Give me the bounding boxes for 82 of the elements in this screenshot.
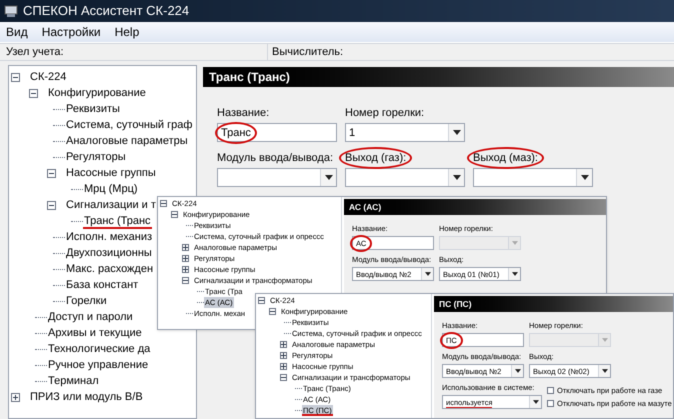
- tree-item[interactable]: Терминал: [47, 373, 100, 389]
- dropdown-field[interactable]: [217, 168, 337, 187]
- tree-item[interactable]: Насосные группы: [65, 165, 157, 181]
- tree-item[interactable]: ПРИЗ или модуль В/В: [29, 389, 144, 405]
- dropdown-button[interactable]: [421, 268, 433, 280]
- tree-toggle[interactable]: [280, 341, 287, 348]
- dropdown-field[interactable]: [473, 168, 593, 187]
- tree-item[interactable]: База констант: [65, 277, 140, 293]
- app-icon: [4, 4, 18, 18]
- tree-item[interactable]: Мрц (Мрц): [83, 181, 139, 197]
- tree-item[interactable]: Горелки: [65, 293, 108, 309]
- caret-icon: [580, 175, 588, 180]
- dropdown-button[interactable]: [576, 169, 592, 186]
- dropdown-button[interactable]: [320, 169, 336, 186]
- tree-item[interactable]: Ручное управление: [47, 357, 150, 373]
- dropdown-field[interactable]: [345, 168, 465, 187]
- caret-icon: [514, 369, 520, 373]
- tree-toggle[interactable]: [280, 352, 287, 359]
- caret-icon: [324, 175, 332, 180]
- caret-icon: [452, 175, 460, 180]
- caret-icon: [452, 130, 460, 135]
- tree-toggle[interactable]: [182, 266, 189, 273]
- dropdown-button[interactable]: [511, 365, 523, 377]
- caret-icon: [512, 272, 518, 276]
- text-field[interactable]: Транс: [217, 123, 337, 142]
- tree-toggle[interactable]: [280, 374, 287, 381]
- caret-icon: [532, 400, 538, 404]
- dropdown-button[interactable]: [598, 365, 610, 377]
- tree-toggle[interactable]: [182, 255, 189, 262]
- tree-item[interactable]: Доступ и пароли: [47, 309, 134, 325]
- tree-toggle[interactable]: [258, 297, 265, 304]
- checkbox[interactable]: [547, 400, 554, 407]
- tree-item[interactable]: Двухпозиционны: [65, 245, 153, 261]
- node-label: Узел учета:: [0, 44, 268, 60]
- menu-item[interactable]: Help: [114, 23, 140, 41]
- tree-item[interactable]: Архивы и текущие: [47, 325, 143, 341]
- field-value: Транс: [221, 126, 251, 140]
- menu-item[interactable]: Вид: [6, 23, 28, 41]
- field-label: Выход (маз):: [473, 151, 538, 166]
- field-label: Номер горелки:: [345, 106, 424, 121]
- caret-icon: [424, 272, 430, 276]
- field-label: Название:: [217, 106, 270, 121]
- tree-toggle[interactable]: [11, 392, 20, 402]
- tree-toggle[interactable]: [47, 168, 56, 178]
- field-label: Модуль ввода/вывода:: [217, 151, 334, 166]
- dropdown-field[interactable]: 1: [345, 123, 465, 142]
- dropdown-button[interactable]: [508, 268, 520, 280]
- tree-item[interactable]: Транс (Транс: [83, 213, 152, 229]
- field-label: Выход (газ):: [345, 151, 406, 166]
- tree-toggle[interactable]: [280, 363, 287, 370]
- tree-item[interactable]: Макс. расхожден: [65, 261, 154, 277]
- tree-item[interactable]: Система, суточный граф: [65, 117, 194, 133]
- tree-toggle[interactable]: [11, 72, 20, 82]
- panel-header: Транс (Транс): [203, 67, 674, 87]
- panel-header: ПС (ПС): [434, 296, 673, 312]
- dropdown-button[interactable]: [448, 169, 464, 186]
- caret-icon: [512, 241, 518, 245]
- tree-toggle[interactable]: [269, 308, 276, 315]
- tree-item[interactable]: Исполн. механиз: [65, 229, 154, 245]
- menu-item[interactable]: Настройки: [42, 23, 101, 41]
- tree-item[interactable]: Реквизиты: [65, 101, 121, 117]
- tree-toggle[interactable]: [171, 211, 178, 218]
- checkbox[interactable]: [547, 387, 554, 394]
- tree-item[interactable]: Технологические да: [47, 341, 152, 357]
- caret-icon: [602, 369, 608, 373]
- tree-item[interactable]: Сигнализации и т: [65, 197, 157, 213]
- tree-toggle[interactable]: [182, 277, 189, 284]
- dropdown-button[interactable]: [448, 124, 464, 141]
- dropdown-button[interactable]: [529, 396, 541, 408]
- tree-toggle[interactable]: [47, 200, 56, 210]
- tree-toggle[interactable]: [29, 88, 38, 98]
- tree-item[interactable]: СК-224: [29, 69, 68, 85]
- field-value: 1: [349, 126, 356, 140]
- tree-item[interactable]: Регуляторы: [65, 149, 127, 165]
- panel-header: АС (АС): [344, 199, 606, 215]
- tree-item[interactable]: Конфигурирование: [47, 85, 147, 101]
- calculator-label: Вычислитель:: [271, 44, 344, 60]
- window-title: СПЕКОН Ассистент СК-224: [23, 2, 190, 20]
- tree-toggle[interactable]: [160, 200, 167, 207]
- tree-item[interactable]: Аналоговые параметры: [65, 133, 189, 149]
- tree-toggle[interactable]: [182, 244, 189, 251]
- caret-icon: [602, 338, 608, 342]
